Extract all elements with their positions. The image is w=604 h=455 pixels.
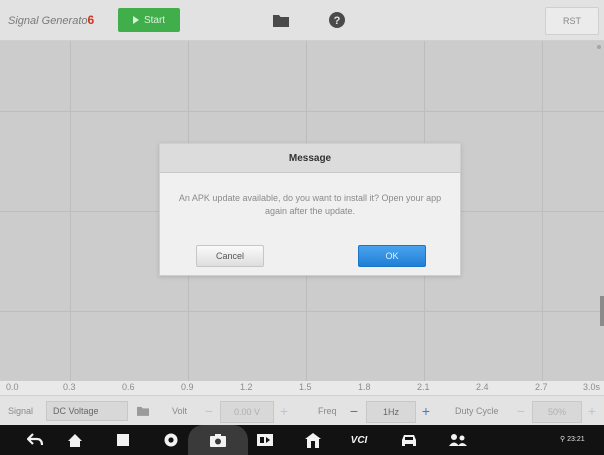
volt-input[interactable]: 0.00 V — [220, 401, 274, 423]
ok-button[interactable]: OK — [358, 245, 426, 267]
play-icon — [132, 16, 139, 24]
x-axis: 0.0 0.3 0.6 0.9 1.2 1.5 1.8 2.1 2.4 2.7 … — [0, 381, 604, 395]
rst-button[interactable]: RST — [545, 7, 599, 35]
freq-label: Freq — [318, 406, 337, 416]
cancel-button[interactable]: Cancel — [196, 245, 264, 267]
volt-label: Volt — [172, 406, 188, 416]
start-button[interactable]: Start — [118, 8, 180, 32]
home-icon — [68, 433, 82, 447]
duty-cycle-label: Duty Cycle — [455, 406, 499, 416]
top-toolbar: Signal Generato6 Start ? RST — [0, 0, 604, 41]
vci-label: VCI — [350, 434, 368, 446]
dialog-message: An APK update available, do you want to … — [178, 193, 442, 216]
camera-icon — [210, 433, 226, 447]
browser-icon — [164, 433, 178, 447]
folder-icon — [273, 14, 289, 27]
x-tick-label: 3.0s — [583, 382, 601, 392]
x-tick-label: 2.7 — [535, 382, 548, 392]
users-icon — [449, 434, 467, 446]
dialog-title: Message — [160, 144, 460, 173]
video-record-button[interactable] — [252, 425, 278, 455]
nav-icons: VCI ⚲ 23:21 — [0, 425, 604, 455]
start-button-label: Start — [143, 14, 166, 26]
freq-plus-button[interactable]: + — [417, 401, 435, 421]
chrome-button[interactable] — [158, 425, 184, 455]
app-title-text: Signal Generato — [8, 15, 88, 27]
svg-text:?: ? — [334, 15, 341, 27]
signal-folder-button[interactable] — [132, 402, 154, 420]
duty-input[interactable]: 50% — [532, 401, 582, 423]
x-tick-label: 1.8 — [358, 382, 371, 392]
recent-apps-icon — [117, 434, 129, 446]
x-tick-label: 0.6 — [122, 382, 135, 392]
house-icon — [305, 432, 321, 448]
help-button[interactable]: ? — [324, 8, 350, 32]
control-bar: Signal DC Voltage Volt − 0.00 V + Freq −… — [0, 395, 604, 426]
x-tick-label: 2.1 — [417, 382, 430, 392]
x-tick-label: 1.2 — [240, 382, 253, 392]
video-icon — [257, 434, 273, 446]
x-tick-label: 0.0 — [6, 382, 19, 392]
screenshot-button[interactable] — [205, 425, 231, 455]
home-button[interactable] — [62, 425, 88, 455]
x-tick-label: 1.5 — [299, 382, 312, 392]
help-icon: ? — [329, 12, 345, 28]
app-title-badge: 6 — [87, 13, 95, 27]
app-title: Signal Generato6 — [8, 13, 94, 27]
clock-text: 23:21 — [567, 436, 585, 443]
x-tick-label: 0.3 — [63, 382, 76, 392]
x-tick-label: 2.4 — [476, 382, 489, 392]
remote-desk-button[interactable] — [444, 425, 472, 455]
signal-label: Signal — [8, 406, 34, 416]
vci-button[interactable]: VCI — [342, 425, 376, 455]
folder-button[interactable] — [268, 10, 294, 30]
vehicle-button[interactable] — [396, 425, 422, 455]
volt-minus-button[interactable]: − — [200, 401, 218, 421]
wifi-icon: ⚲ — [560, 436, 566, 443]
status-area: ⚲ 23:21 — [560, 435, 585, 443]
duty-minus-button[interactable]: − — [512, 401, 530, 421]
folder-icon — [137, 406, 149, 416]
back-icon — [27, 433, 43, 446]
autel-home-button[interactable] — [300, 425, 326, 455]
volt-plus-button[interactable]: + — [275, 401, 293, 421]
car-icon — [402, 434, 416, 446]
recent-apps-button[interactable] — [110, 425, 136, 455]
duty-plus-button[interactable]: + — [583, 401, 601, 421]
message-dialog: Message An APK update available, do you … — [159, 143, 461, 276]
freq-input[interactable]: 1Hz — [366, 401, 416, 423]
back-button[interactable] — [22, 425, 48, 455]
x-tick-label: 0.9 — [181, 382, 194, 392]
signal-select[interactable]: DC Voltage — [46, 401, 128, 421]
freq-minus-button[interactable]: − — [345, 401, 363, 421]
